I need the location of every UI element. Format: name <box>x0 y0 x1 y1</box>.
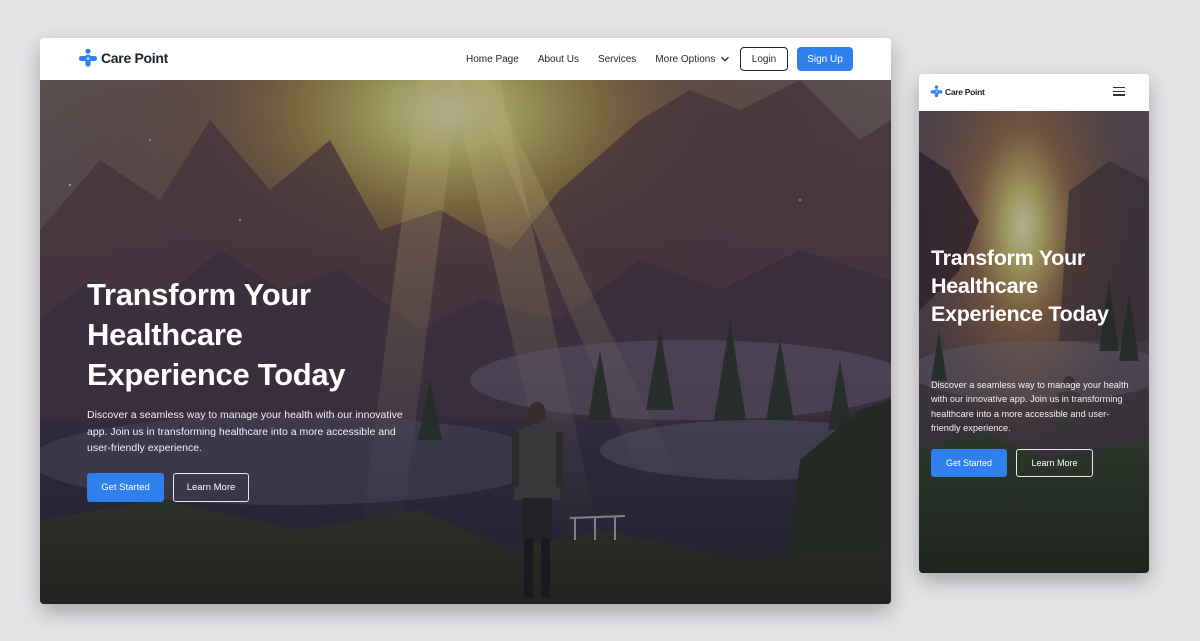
desktop-navbar: Care Point Home Page About Us Services M… <box>40 38 891 80</box>
learn-more-button[interactable]: Learn More <box>1016 449 1093 477</box>
chevron-down-icon <box>721 56 730 62</box>
medical-cross-icon <box>930 85 943 98</box>
hero-title-line-1: Transform Your <box>931 246 1085 270</box>
desktop-hero-section: Transform Your Healthcare Experience Tod… <box>40 80 891 604</box>
desktop-hero-description: Discover a seamless way to manage your h… <box>87 409 403 454</box>
hero-title-line-1: Transform Your <box>87 277 311 312</box>
nav-more-options[interactable]: More Options <box>655 54 730 65</box>
sign-up-button[interactable]: Sign Up <box>797 47 853 71</box>
mobile-navbar: Care Point <box>919 74 1149 111</box>
desktop-mockup: Care Point Home Page About Us Services M… <box>40 38 891 604</box>
nav-services[interactable]: Services <box>598 54 636 65</box>
desktop-logo[interactable]: Care Point <box>78 48 168 68</box>
brand-name: Care Point <box>101 50 169 66</box>
get-started-button[interactable]: Get Started <box>87 473 164 502</box>
learn-more-button[interactable]: Learn More <box>173 473 249 502</box>
mobile-hero-title: Transform Your Healthcare Experience Tod… <box>931 244 1141 328</box>
hero-title-line-2: Healthcare <box>87 317 243 352</box>
hero-title-line-2: Healthcare <box>931 274 1038 298</box>
desktop-menu: Home Page About Us Services More Options <box>466 38 749 80</box>
desktop-hero-title: Transform Your Healthcare Experience Tod… <box>87 275 427 395</box>
hamburger-menu-icon[interactable] <box>1113 87 1125 97</box>
mobile-hero-description: Discover a seamless way to manage your h… <box>931 380 1129 433</box>
nav-more-options-label: More Options <box>655 53 716 65</box>
mobile-logo[interactable]: Care Point <box>930 85 985 98</box>
brand-name: Care Point <box>945 86 985 97</box>
nav-about-us[interactable]: About Us <box>538 54 579 65</box>
nav-home-page[interactable]: Home Page <box>466 54 519 65</box>
hero-overlay <box>919 111 1149 573</box>
medical-cross-icon <box>79 48 97 67</box>
mobile-mockup: Care Point Transform Your Healthcare Exp… <box>919 74 1149 573</box>
mobile-hero-section: Transform Your Healthcare Experience Tod… <box>919 111 1149 573</box>
login-button[interactable]: Login <box>740 47 788 71</box>
get-started-button[interactable]: Get Started <box>931 449 1007 477</box>
hero-title-line-3: Experience Today <box>931 302 1109 326</box>
hero-title-line-3: Experience Today <box>87 357 346 392</box>
